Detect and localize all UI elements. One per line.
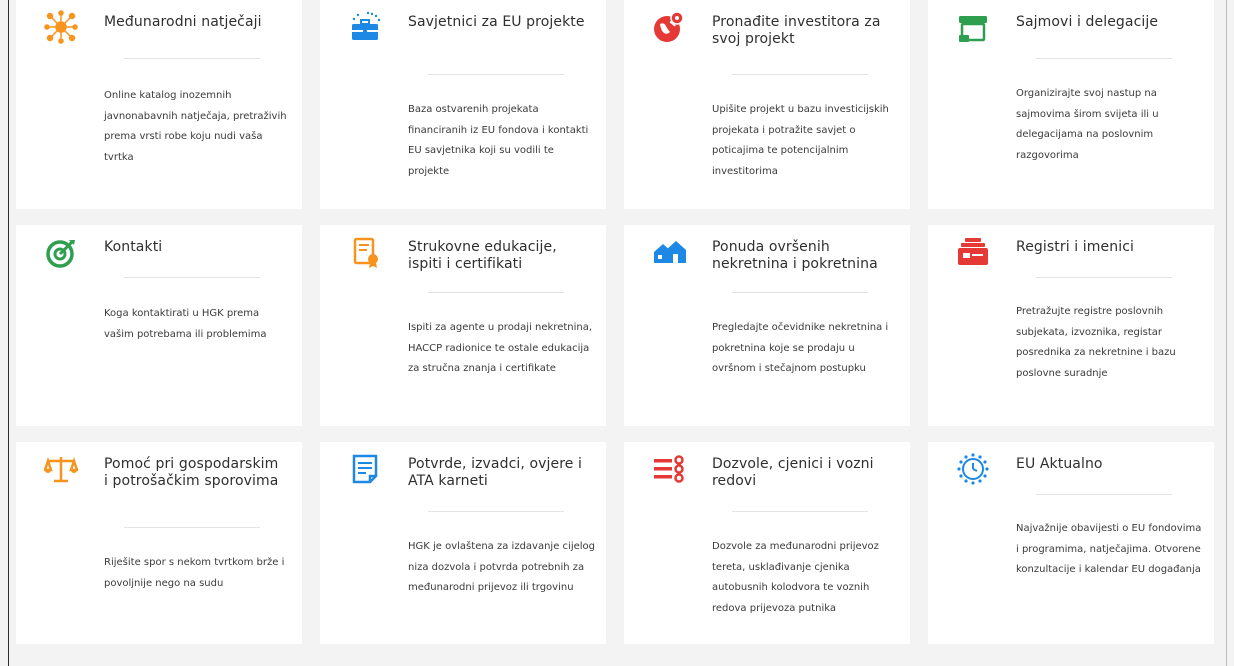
frame-left-border bbox=[8, 0, 9, 666]
card-title[interactable]: Ponuda ovršenih nekretnina i pokretnina bbox=[712, 239, 892, 273]
card-divider bbox=[1036, 277, 1172, 278]
card-title[interactable]: Registri i imenici bbox=[1016, 239, 1196, 256]
card-divider bbox=[428, 511, 564, 512]
scales-icon bbox=[44, 452, 78, 486]
card-eu-aktualno[interactable]: EU Aktualno Najvažnije obavijesti o EU f… bbox=[928, 442, 1214, 644]
card-strukovne-edukacije[interactable]: Strukovne edukacije, ispiti i certifikat… bbox=[320, 225, 606, 426]
card-description: Organizirajte svoj nastup na sajmovima š… bbox=[1016, 88, 1159, 161]
card-description: Online katalog inozemnih javnonabavnih n… bbox=[104, 90, 287, 163]
card-sajmovi-delegacije[interactable]: Sajmovi i delegacije Organizirajte svoj … bbox=[928, 0, 1214, 209]
globe-pin-icon bbox=[652, 10, 686, 44]
card-divider bbox=[124, 277, 260, 278]
card-dozvole-cjenici[interactable]: Dozvole, cjenici i vozni redovi Dozvole … bbox=[624, 442, 910, 644]
card-divider bbox=[732, 292, 868, 293]
card-divider bbox=[732, 74, 868, 75]
card-pomoc-pri-sporovima[interactable]: Pomoć pri gospodarskim i potrošačkim spo… bbox=[16, 442, 302, 644]
card-divider bbox=[428, 74, 564, 75]
card-title[interactable]: Sajmovi i delegacije bbox=[1016, 14, 1196, 31]
card-divider bbox=[1036, 494, 1172, 495]
frame-right-border bbox=[1226, 0, 1227, 666]
card-title[interactable]: EU Aktualno bbox=[1016, 456, 1196, 473]
card-title[interactable]: Dozvole, cjenici i vozni redovi bbox=[712, 456, 892, 490]
card-title[interactable]: Strukovne edukacije, ispiti i certifikat… bbox=[408, 239, 588, 273]
card-title[interactable]: Kontakti bbox=[104, 239, 284, 256]
certificate-icon bbox=[348, 235, 382, 269]
card-description: HGK je ovlaštena za izdavanje cijelog ni… bbox=[408, 541, 595, 594]
list-settings-icon bbox=[652, 452, 686, 486]
card-medunarodni-natjecaji[interactable]: Međunarodni natječaji Online katalog ino… bbox=[16, 0, 302, 209]
card-description: Pregledajte očevidnike nekretnina i pokr… bbox=[712, 322, 889, 375]
document-icon bbox=[348, 452, 382, 486]
fair-stand-icon bbox=[956, 10, 990, 44]
card-divider bbox=[124, 58, 260, 59]
network-icon bbox=[44, 10, 78, 44]
card-kontakti[interactable]: Kontakti Koga kontaktirati u HGK prema v… bbox=[16, 225, 302, 426]
card-description: Baza ostvarenih projekata financiranih i… bbox=[408, 104, 589, 177]
card-description: Najvažnije obavijesti o EU fondovima i p… bbox=[1016, 523, 1202, 576]
card-divider bbox=[124, 527, 260, 528]
card-divider bbox=[732, 511, 868, 512]
register-icon bbox=[956, 235, 990, 269]
card-potvrde-izvadci[interactable]: Potvrde, izvadci, ovjere i ATA karneti H… bbox=[320, 442, 606, 644]
eu-stars-icon bbox=[956, 452, 990, 486]
card-description: Ispiti za agente u prodaji nekretnina, H… bbox=[408, 322, 593, 375]
card-title[interactable]: Međunarodni natječaji bbox=[104, 14, 284, 31]
card-title[interactable]: Savjetnici za EU projekte bbox=[408, 14, 588, 31]
card-title[interactable]: Potvrde, izvadci, ovjere i ATA karneti bbox=[408, 456, 588, 490]
card-ponuda-ovrsenih[interactable]: Ponuda ovršenih nekretnina i pokretnina … bbox=[624, 225, 910, 426]
card-divider bbox=[428, 292, 564, 293]
card-savjetnici-eu[interactable]: Savjetnici za EU projekte Baza ostvareni… bbox=[320, 0, 606, 209]
card-description: Dozvole za međunarodni prijevoz tereta, … bbox=[712, 541, 879, 614]
target-icon bbox=[44, 235, 78, 269]
card-description: Koga kontaktirati u HGK prema vašim potr… bbox=[104, 308, 267, 340]
card-title[interactable]: Pomoć pri gospodarskim i potrošačkim spo… bbox=[104, 456, 284, 490]
card-description: Upišite projekt u bazu investicijskih pr… bbox=[712, 104, 889, 177]
card-pronadite-investitora[interactable]: Pronađite investitora za svoj projekt Up… bbox=[624, 0, 910, 209]
card-description: Riješite spor s nekom tvrtkom brže i pov… bbox=[104, 557, 285, 589]
briefcase-icon bbox=[348, 10, 382, 44]
card-title[interactable]: Pronađite investitora za svoj projekt bbox=[712, 14, 892, 48]
card-description: Pretražujte registre poslovnih subjekata… bbox=[1016, 306, 1176, 379]
houses-icon bbox=[652, 235, 686, 269]
card-registri-imenici[interactable]: Registri i imenici Pretražujte registre … bbox=[928, 225, 1214, 426]
card-divider bbox=[1036, 58, 1172, 59]
